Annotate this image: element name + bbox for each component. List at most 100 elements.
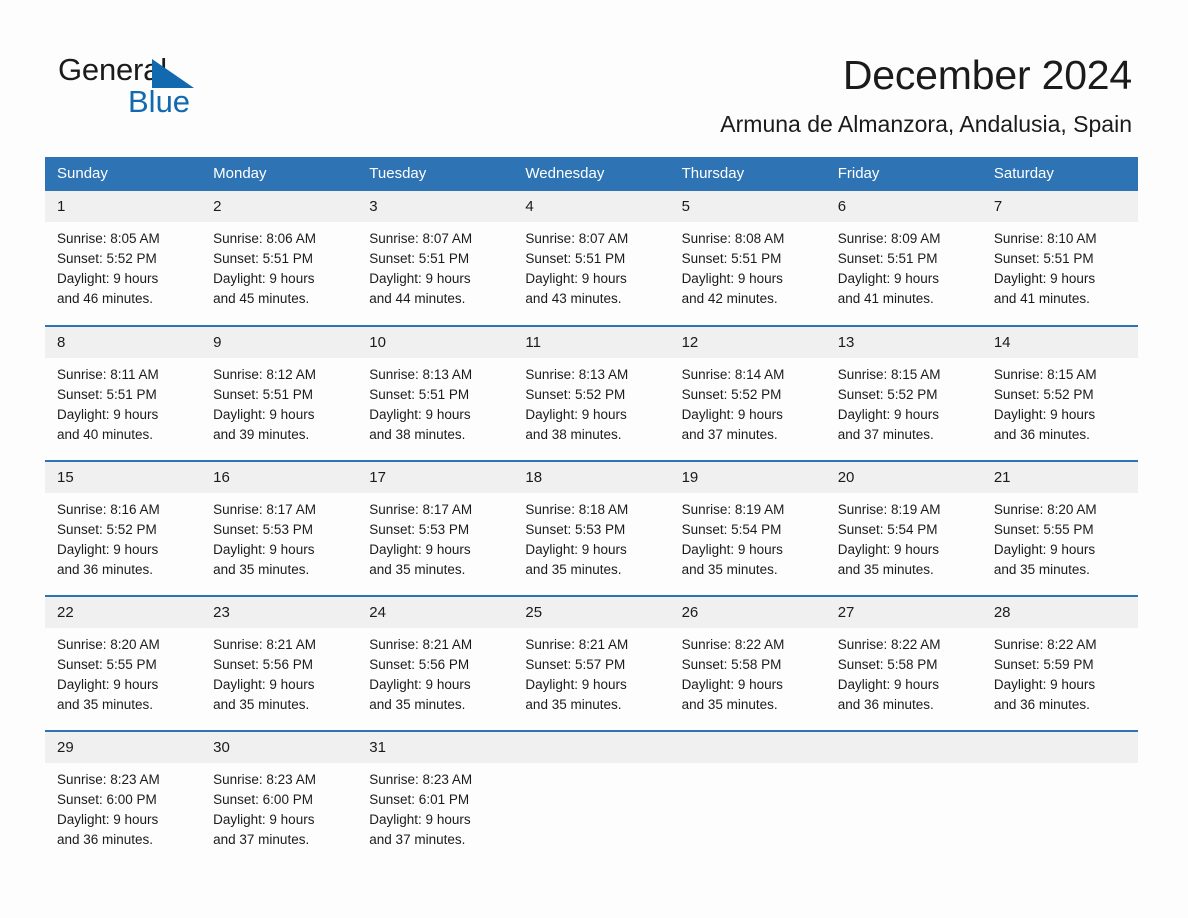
detail-sunrise: Sunrise: 8:10 AM bbox=[993, 231, 1097, 246]
day-cell[interactable]: 4 Sunrise: 8:07 AM Sunset: 5:51 PM Daylight… bbox=[513, 191, 670, 326]
detail-sunset: Sunset: 5:58 PM bbox=[837, 657, 938, 672]
detail-sunrise: Sunrise: 8:07 AM bbox=[525, 231, 629, 246]
day-cell[interactable]: 9 Sunrise: 8:12 AM Sunset: 5:51 PM Daylight… bbox=[201, 325, 358, 461]
day-number: 15 bbox=[45, 462, 202, 493]
day-cell[interactable]: 6 Sunrise: 8:09 AM Sunset: 5:51 PM Daylight… bbox=[825, 191, 982, 326]
day-number: 20 bbox=[825, 462, 982, 493]
detail-sunset: Sunset: 5:51 PM bbox=[681, 251, 782, 266]
day-details: Sunrise: 8:17 AM Sunset: 5:53 PM Daylight:… bbox=[357, 493, 513, 595]
detail-sunset: Sunset: 5:51 PM bbox=[369, 251, 470, 266]
detail-daylight-line2: and 46 minutes. bbox=[57, 291, 154, 306]
detail-sunrise: Sunrise: 8:09 AM bbox=[837, 231, 941, 246]
day-cell[interactable]: 20 Sunrise: 8:19 AM Sunset: 5:54 PM Dayligh… bbox=[825, 460, 982, 596]
weekday-header-sunday: Sunday bbox=[45, 157, 202, 191]
day-cell[interactable]: 2 Sunrise: 8:06 AM Sunset: 5:51 PM Daylight… bbox=[201, 191, 358, 326]
day-details: Sunrise: 8:22 AM Sunset: 5:58 PM Daylight:… bbox=[670, 628, 826, 730]
detail-sunset: Sunset: 5:54 PM bbox=[837, 522, 938, 537]
detail-sunrise: Sunrise: 8:15 AM bbox=[993, 367, 1097, 382]
detail-sunrise: Sunrise: 8:13 AM bbox=[525, 367, 629, 382]
day-cell[interactable]: 19 Sunrise: 8:19 AM Sunset: 5:54 PM Dayligh… bbox=[669, 460, 826, 596]
detail-sunset: Sunset: 6:00 PM bbox=[57, 792, 157, 807]
day-number: 18 bbox=[513, 462, 670, 493]
day-cell[interactable]: 18 Sunrise: 8:18 AM Sunset: 5:53 PM Dayligh… bbox=[513, 460, 670, 596]
weekday-header-thursday: Thursday bbox=[669, 157, 826, 191]
day-details: Sunrise: 8:20 AM Sunset: 5:55 PM Daylight:… bbox=[45, 628, 201, 730]
day-cell[interactable]: 12 Sunrise: 8:14 AM Sunset: 5:52 PM Dayligh… bbox=[669, 325, 826, 461]
detail-sunset: Sunset: 6:01 PM bbox=[369, 792, 470, 807]
day-cell[interactable]: 1 Sunrise: 8:05 AM Sunset: 5:52 PM Daylight… bbox=[45, 191, 202, 326]
detail-daylight-line2: and 39 minutes. bbox=[213, 427, 310, 442]
day-cell[interactable]: 25 Sunrise: 8:21 AM Sunset: 5:57 PM Dayligh… bbox=[513, 595, 670, 731]
day-cell[interactable]: 27 Sunrise: 8:22 AM Sunset: 5:58 PM Dayligh… bbox=[825, 595, 982, 731]
day-details: Sunrise: 8:21 AM Sunset: 5:56 PM Daylight:… bbox=[201, 628, 357, 730]
day-cell[interactable]: 5 Sunrise: 8:08 AM Sunset: 5:51 PM Daylight… bbox=[669, 191, 826, 326]
day-cell[interactable]: 10 Sunrise: 8:13 AM Sunset: 5:51 PM Dayligh… bbox=[357, 325, 514, 461]
detail-daylight-line2: and 36 minutes. bbox=[57, 562, 154, 577]
day-cell[interactable]: 13 Sunrise: 8:15 AM Sunset: 5:52 PM Dayligh… bbox=[825, 325, 982, 461]
day-details: Sunrise: 8:23 AM Sunset: 6:01 PM Daylight:… bbox=[357, 763, 513, 865]
day-number: 1 bbox=[45, 191, 202, 222]
detail-daylight-line2: and 35 minutes. bbox=[681, 697, 778, 712]
detail-sunrise: Sunrise: 8:08 AM bbox=[681, 231, 785, 246]
detail-sunset: Sunset: 6:00 PM bbox=[213, 792, 313, 807]
day-cell[interactable]: 7 Sunrise: 8:10 AM Sunset: 5:51 PM Daylight… bbox=[981, 191, 1138, 326]
detail-daylight-line2: and 35 minutes. bbox=[369, 562, 466, 577]
day-details bbox=[670, 763, 826, 865]
detail-sunrise: Sunrise: 8:22 AM bbox=[993, 637, 1097, 652]
detail-daylight-line2: and 35 minutes. bbox=[369, 697, 466, 712]
day-cell[interactable]: 16 Sunrise: 8:17 AM Sunset: 5:53 PM Dayligh… bbox=[201, 460, 358, 596]
detail-daylight-line1: Daylight: 9 hours bbox=[681, 271, 783, 286]
detail-daylight-line1: Daylight: 9 hours bbox=[57, 677, 159, 692]
detail-sunset: Sunset: 5:53 PM bbox=[369, 522, 470, 537]
detail-daylight-line2: and 40 minutes. bbox=[57, 427, 154, 442]
detail-daylight-line1: Daylight: 9 hours bbox=[837, 271, 940, 286]
day-number: 21 bbox=[981, 462, 1138, 493]
day-details: Sunrise: 8:06 AM Sunset: 5:51 PM Daylight:… bbox=[201, 222, 357, 324]
day-details: Sunrise: 8:09 AM Sunset: 5:51 PM Daylight:… bbox=[826, 222, 982, 324]
detail-sunrise: Sunrise: 8:23 AM bbox=[369, 772, 473, 787]
detail-daylight-line2: and 38 minutes. bbox=[369, 427, 466, 442]
day-cell[interactable]: 21 Sunrise: 8:20 AM Sunset: 5:55 PM Dayligh… bbox=[981, 460, 1138, 596]
day-cell[interactable]: 3 Sunrise: 8:07 AM Sunset: 5:51 PM Daylight… bbox=[357, 191, 514, 326]
day-details: Sunrise: 8:07 AM Sunset: 5:51 PM Daylight:… bbox=[357, 222, 513, 324]
detail-daylight-line1: Daylight: 9 hours bbox=[369, 407, 471, 422]
calendar-week-row: 8 Sunrise: 8:11 AM Sunset: 5:51 PM Daylight… bbox=[45, 325, 1138, 461]
day-details: Sunrise: 8:19 AM Sunset: 5:54 PM Daylight:… bbox=[826, 493, 982, 595]
detail-daylight-line2: and 44 minutes. bbox=[369, 291, 466, 306]
day-cell[interactable]: 28 Sunrise: 8:22 AM Sunset: 5:59 PM Dayligh… bbox=[981, 595, 1138, 731]
day-cell[interactable]: 26 Sunrise: 8:22 AM Sunset: 5:58 PM Dayligh… bbox=[669, 595, 826, 731]
weekday-header-friday: Friday bbox=[825, 157, 982, 191]
detail-daylight-line1: Daylight: 9 hours bbox=[213, 677, 315, 692]
detail-sunset: Sunset: 5:56 PM bbox=[213, 657, 313, 672]
detail-daylight-line1: Daylight: 9 hours bbox=[525, 271, 627, 286]
calendar-week-row: 29 Sunrise: 8:23 AM Sunset: 6:00 PM Dayligh… bbox=[45, 730, 1138, 865]
day-cell[interactable]: 17 Sunrise: 8:17 AM Sunset: 5:53 PM Dayligh… bbox=[357, 460, 514, 596]
day-cell[interactable]: 23 Sunrise: 8:21 AM Sunset: 5:56 PM Dayligh… bbox=[201, 595, 358, 731]
day-cell[interactable]: 14 Sunrise: 8:15 AM Sunset: 5:52 PM Dayligh… bbox=[981, 325, 1138, 461]
detail-sunrise: Sunrise: 8:23 AM bbox=[57, 772, 160, 787]
detail-daylight-line1: Daylight: 9 hours bbox=[213, 542, 315, 557]
day-cell[interactable]: 29 Sunrise: 8:23 AM Sunset: 6:00 PM Dayligh… bbox=[45, 730, 202, 865]
detail-sunset: Sunset: 5:51 PM bbox=[993, 251, 1094, 266]
day-details: Sunrise: 8:20 AM Sunset: 5:55 PM Daylight:… bbox=[982, 493, 1138, 595]
day-cell[interactable]: 8 Sunrise: 8:11 AM Sunset: 5:51 PM Daylight… bbox=[45, 325, 202, 461]
detail-sunrise: Sunrise: 8:14 AM bbox=[681, 367, 785, 382]
day-cell[interactable]: 31 Sunrise: 8:23 AM Sunset: 6:01 PM Dayligh… bbox=[357, 730, 514, 865]
weekday-header-wednesday: Wednesday bbox=[513, 157, 670, 191]
day-cell[interactable]: 24 Sunrise: 8:21 AM Sunset: 5:56 PM Dayligh… bbox=[357, 595, 514, 731]
day-cell[interactable]: 15 Sunrise: 8:16 AM Sunset: 5:52 PM Dayligh… bbox=[45, 460, 202, 596]
detail-sunrise: Sunrise: 8:20 AM bbox=[57, 637, 160, 652]
detail-daylight-line1: Daylight: 9 hours bbox=[993, 677, 1096, 692]
detail-daylight-line1: Daylight: 9 hours bbox=[681, 677, 783, 692]
day-number: 27 bbox=[825, 597, 982, 628]
detail-sunset: Sunset: 5:51 PM bbox=[57, 387, 157, 402]
day-cell[interactable]: 30 Sunrise: 8:23 AM Sunset: 6:00 PM Dayligh… bbox=[201, 730, 358, 865]
day-number bbox=[669, 732, 826, 763]
day-cell[interactable]: 22 Sunrise: 8:20 AM Sunset: 5:55 PM Dayligh… bbox=[45, 595, 202, 731]
day-cell[interactable]: 11 Sunrise: 8:13 AM Sunset: 5:52 PM Dayligh… bbox=[513, 325, 670, 461]
detail-daylight-line1: Daylight: 9 hours bbox=[525, 542, 627, 557]
detail-daylight-line1: Daylight: 9 hours bbox=[57, 407, 159, 422]
day-number: 28 bbox=[981, 597, 1138, 628]
day-number: 11 bbox=[513, 327, 670, 358]
detail-daylight-line2: and 41 minutes. bbox=[993, 291, 1090, 306]
